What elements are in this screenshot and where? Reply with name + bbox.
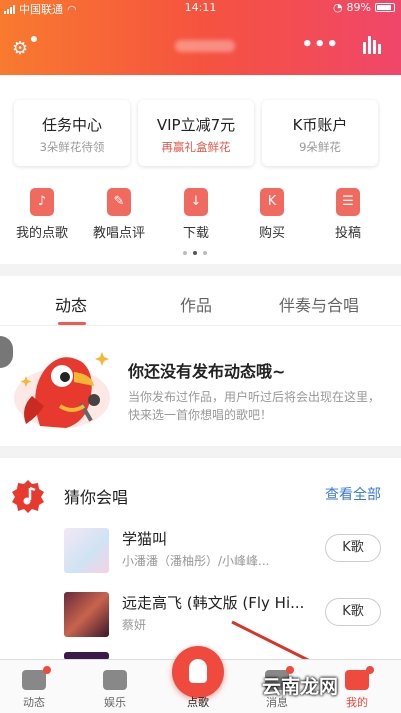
feed-icon — [22, 666, 51, 690]
song-cover — [64, 592, 109, 637]
section-divider — [0, 446, 401, 458]
status-bar: 中国联通 ◠ 14:11 ◔ 89% — [0, 0, 401, 16]
header: 中国联通 ◠ 14:11 ◔ 89% ⚙ ••• — [0, 0, 401, 75]
nav-feed[interactable]: 动态 — [4, 666, 64, 710]
song-title: 远走高飞 (韩文版 (Fly Hi... — [122, 594, 305, 612]
quick-actions: ♪ 我的点歌 ✎ 教唱点评 ↓ 下载 K 购买 ☰ 投稿 — [0, 188, 401, 246]
mic-icon: ♪ — [30, 188, 54, 216]
card-subtitle: 3朵鲜花待领 — [39, 140, 105, 154]
battery-percent: 89% — [346, 1, 371, 14]
quick-label: 投稿 — [334, 226, 361, 241]
empty-description: 当你发布过作品，用户听过后将会出现在这里，快来选一首你想唱的歌吧！ — [128, 390, 381, 422]
nav-label: 点歌 — [187, 696, 209, 709]
pen-icon: ✎ — [107, 188, 131, 216]
card-title: K币账户 — [292, 116, 348, 134]
cart-icon: K — [260, 188, 284, 216]
battery-icon — [375, 3, 395, 12]
karaoke-button[interactable]: K歌 — [325, 534, 381, 562]
empty-title: 你还没有发布动态哦~ — [128, 362, 286, 381]
watermark: 云南龙网 — [262, 676, 339, 698]
quick-label: 下载 — [182, 226, 209, 241]
song-row[interactable]: 学猫叫 小潘潘（潘柚彤）/小峰峰... K歌 — [64, 528, 401, 584]
song-cover — [64, 528, 109, 573]
card-subtitle: 9朵鲜花 — [299, 140, 341, 154]
quick-label: 我的点歌 — [15, 226, 68, 241]
notification-dot — [43, 666, 51, 674]
card-subtitle: 再赢礼盒鲜花 — [161, 140, 231, 154]
more-button[interactable]: ••• — [301, 34, 339, 55]
tab-works[interactable]: 作品 — [180, 292, 212, 316]
quick-label: 教唱点评 — [92, 226, 145, 241]
see-all-link[interactable]: 查看全部 — [325, 484, 381, 504]
card-task-center[interactable]: 任务中心 3朵鲜花待领 — [14, 100, 130, 166]
active-tab-indicator — [58, 322, 86, 325]
submit-icon: ☰ — [336, 188, 360, 216]
content-tabs: 动态 作品 伴奏与合唱 — [0, 278, 401, 326]
quick-my-songs[interactable]: ♪ 我的点歌 — [6, 188, 78, 241]
tab-accompaniment[interactable]: 伴奏与合唱 — [279, 292, 359, 316]
feature-cards: 任务中心 3朵鲜花待领 VIP立减7元 再赢礼盒鲜花 K币账户 9朵鲜花 — [0, 100, 401, 168]
parrot-mascot-icon — [14, 352, 110, 428]
notification-dot — [366, 666, 374, 674]
mic-icon — [189, 659, 207, 683]
nav-entertainment[interactable]: 娱乐 — [85, 670, 145, 710]
lock-icon: ◔ — [332, 1, 343, 14]
nav-label: 娱乐 — [104, 696, 126, 709]
song-artist: 蔡妍 — [122, 618, 147, 632]
notification-dot — [31, 36, 37, 42]
user-name-blurred — [175, 40, 235, 52]
song-artist: 小潘潘（潘柚彤）/小峰峰... — [122, 554, 270, 568]
people-icon — [103, 670, 127, 690]
page-indicator — [183, 251, 207, 255]
tab-feed[interactable]: 动态 — [55, 292, 87, 316]
settings-gear-icon[interactable]: ⚙ — [12, 36, 37, 60]
card-title: 任务中心 — [41, 116, 102, 134]
sing-center-button[interactable] — [172, 646, 224, 698]
section-divider — [0, 264, 401, 276]
quick-purchase[interactable]: K 购买 — [236, 188, 308, 241]
song-title: 学猫叫 — [122, 530, 168, 548]
card-title: VIP立减7元 — [156, 116, 236, 134]
quick-label: 购买 — [258, 226, 285, 241]
empty-state: 你还没有发布动态哦~ 当你发布过作品，用户听过后将会出现在这里，快来选一首你想唱… — [0, 330, 401, 442]
download-icon: ↓ — [184, 188, 208, 216]
nav-label: 动态 — [23, 696, 45, 709]
quick-teaching-review[interactable]: ✎ 教唱点评 — [83, 188, 155, 241]
card-kcoin[interactable]: K币账户 9朵鲜花 — [262, 100, 378, 166]
quick-submit[interactable]: ☰ 投稿 — [312, 188, 384, 241]
card-vip[interactable]: VIP立减7元 再赢礼盒鲜花 — [138, 100, 254, 166]
music-note-badge-icon — [12, 480, 44, 513]
quick-download[interactable]: ↓ 下载 — [160, 188, 232, 241]
guess-title: 猜你会唱 — [64, 488, 129, 507]
status-right: ◔ 89% — [333, 1, 395, 14]
profile-icon — [345, 666, 374, 690]
ranking-bars-icon[interactable] — [363, 36, 381, 54]
